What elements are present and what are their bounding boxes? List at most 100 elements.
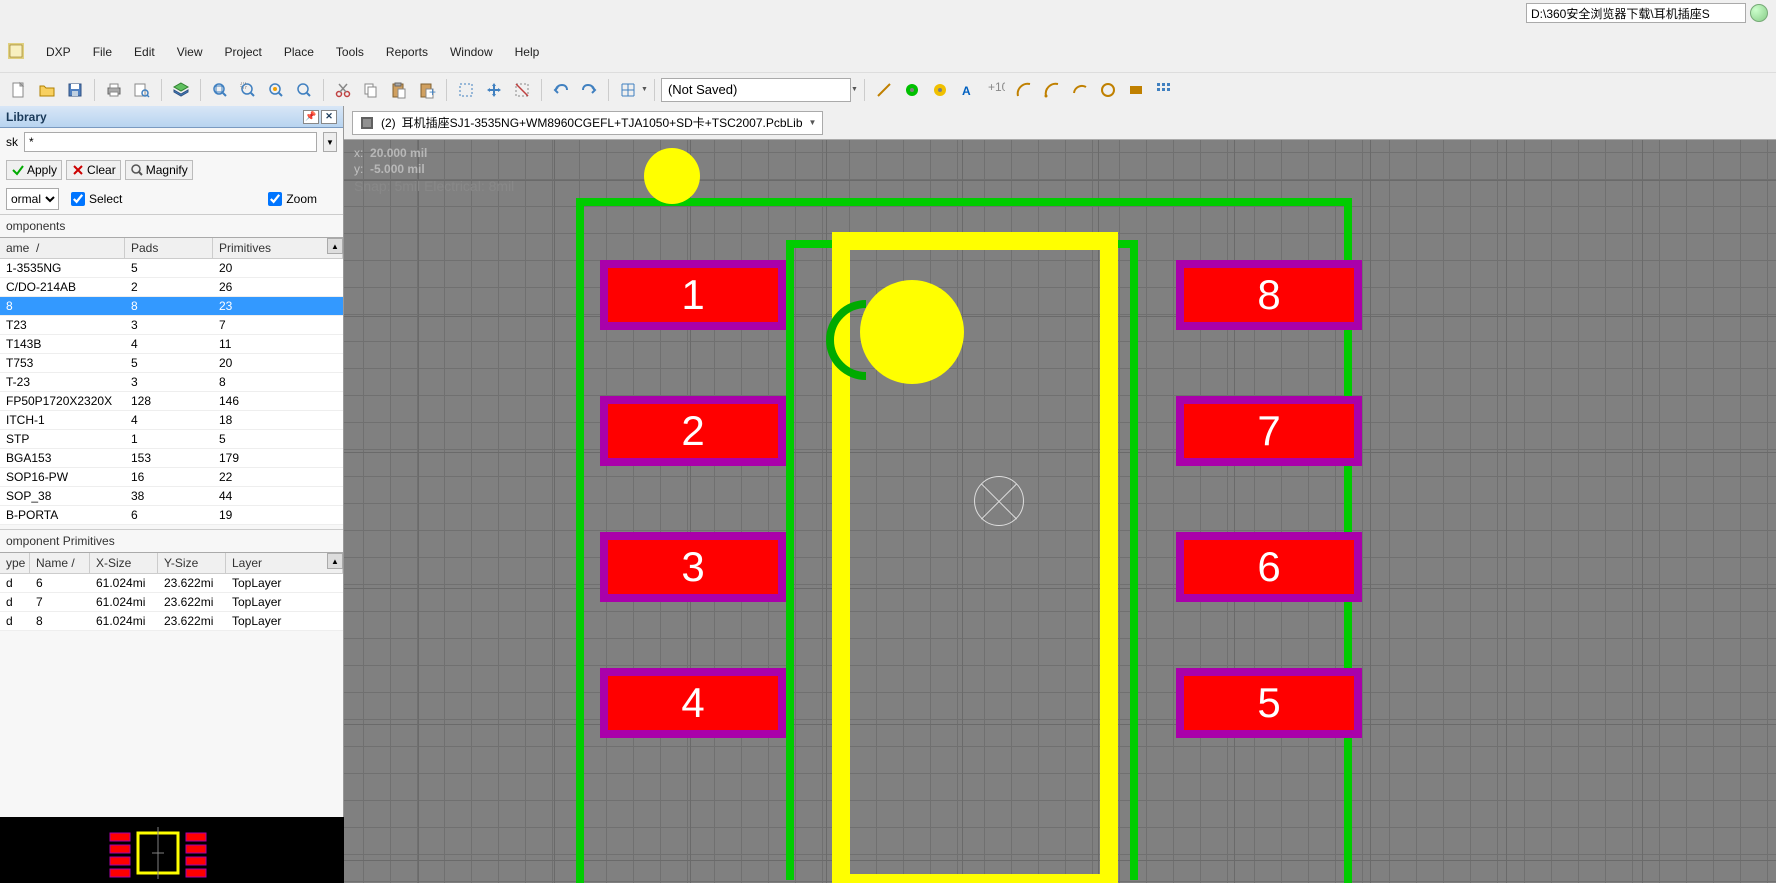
col-layer[interactable]: Layer [226,553,343,573]
menu-place[interactable]: Place [274,37,324,65]
component-row[interactable]: ITCH-1418 [0,411,343,430]
pad-4[interactable]: 4 [600,668,786,738]
component-row[interactable]: SOP_383844 [0,487,343,506]
panel-close-button[interactable]: ✕ [321,110,337,124]
library-panel: Library 📌 ✕ sk ▼ Apply Clear Magnify orm… [0,106,344,883]
component-row[interactable]: C/DO-214AB226 [0,278,343,297]
menu-project[interactable]: Project [215,37,272,65]
place-string-button[interactable]: A [955,77,981,103]
primitive-row[interactable]: d661.024mi23.622miTopLayer [0,574,343,593]
scroll-up-button[interactable]: ▲ [327,238,343,254]
copy-button[interactable] [358,77,384,103]
go-button[interactable] [1750,4,1768,22]
select-rect-button[interactable] [453,77,479,103]
zoom-fit-button[interactable] [207,77,233,103]
saved-state-select[interactable] [661,78,851,102]
primitive-row[interactable]: d761.024mi23.622miTopLayer [0,593,343,612]
place-array-button[interactable] [1151,77,1177,103]
menu-tools[interactable]: Tools [326,37,374,65]
component-row[interactable]: STP15 [0,430,343,449]
primitive-row[interactable]: d861.024mi23.622miTopLayer [0,612,343,631]
menu-window[interactable]: Window [440,37,503,65]
component-row[interactable]: 8823 [0,297,343,316]
menu-edit[interactable]: Edit [124,37,165,65]
file-path-input[interactable] [1526,3,1746,23]
col-type[interactable]: ype [0,553,30,573]
pad-2[interactable]: 2 [600,396,786,466]
place-arc-center-button[interactable] [1011,77,1037,103]
apply-icon [11,163,25,177]
menu-file[interactable]: File [83,37,122,65]
zoom-checkbox-label[interactable]: Zoom [268,192,317,206]
pad-6[interactable]: 6 [1176,532,1362,602]
pcb-canvas[interactable]: x: 20.000 mil y: -5.000 mil Snap: 5mil E… [344,140,1776,883]
open-doc-button[interactable] [34,77,60,103]
zoom-selected-button[interactable] [263,77,289,103]
cut-button[interactable] [330,77,356,103]
component-preview [0,817,343,883]
grid-button[interactable] [615,77,641,103]
pad-7[interactable]: 7 [1176,396,1362,466]
pad-1[interactable]: 1 [600,260,786,330]
col-name[interactable]: ame / [0,238,125,258]
place-full-circle-button[interactable] [1095,77,1121,103]
place-fill-button[interactable] [1123,77,1149,103]
component-row[interactable]: T2337 [0,316,343,335]
prims-scroll-up-button[interactable]: ▲ [327,553,343,569]
component-row[interactable]: T143B411 [0,335,343,354]
place-arc-edge-button[interactable] [1039,77,1065,103]
undo-button[interactable] [548,77,574,103]
component-row[interactable]: B-PORTA619 [0,506,343,525]
component-row[interactable]: 1-3535NG520 [0,259,343,278]
layers-button[interactable] [168,77,194,103]
redo-button[interactable] [576,77,602,103]
grid-dropdown-icon[interactable]: ▼ [641,86,648,93]
mask-input[interactable] [24,132,317,152]
zoom-button[interactable] [291,77,317,103]
select-checkbox[interactable] [71,192,85,206]
col-prims[interactable]: Primitives [213,238,343,258]
mask-row: sk ▼ [0,128,343,156]
col-ys[interactable]: Y-Size [158,553,226,573]
panel-pin-button[interactable]: 📌 [303,110,319,124]
component-row[interactable]: T-2338 [0,373,343,392]
col-pname[interactable]: Name / [30,553,90,573]
mode-select[interactable]: ormal [6,188,59,210]
place-via-button[interactable] [899,77,925,103]
pad-8[interactable]: 8 [1176,260,1362,330]
zoom-checkbox[interactable] [268,192,282,206]
move-button[interactable] [481,77,507,103]
place-dimension-button[interactable]: +10,10 [983,77,1009,103]
place-arc-any-button[interactable] [1067,77,1093,103]
apply-button[interactable]: Apply [6,160,62,180]
paste-special-button[interactable]: + [414,77,440,103]
mask-dropdown[interactable]: ▼ [323,132,337,152]
col-xs[interactable]: X-Size [90,553,158,573]
print-button[interactable] [101,77,127,103]
saved-dropdown-icon[interactable]: ▼ [851,86,858,93]
svg-text:A: A [962,84,971,98]
component-row[interactable]: T753520 [0,354,343,373]
menu-view[interactable]: View [167,37,213,65]
pad-3[interactable]: 3 [600,532,786,602]
save-button[interactable] [62,77,88,103]
preview-button[interactable] [129,77,155,103]
clear-button[interactable]: Clear [66,160,121,180]
component-row[interactable]: FP50P1720X2320X128146 [0,392,343,411]
new-doc-button[interactable] [6,77,32,103]
document-selector[interactable]: (2) 耳机插座SJ1-3535NG+WM8960CGEFL+TJA1050+S… [352,111,823,135]
menu-dxp[interactable]: DXP [36,37,81,65]
component-row[interactable]: BGA153153179 [0,449,343,468]
component-row[interactable]: SOP16-PW1622 [0,468,343,487]
menu-reports[interactable]: Reports [376,37,438,65]
paste-button[interactable] [386,77,412,103]
place-pad-button[interactable] [927,77,953,103]
pad-5[interactable]: 5 [1176,668,1362,738]
zoom-area-button[interactable] [235,77,261,103]
place-line-button[interactable] [871,77,897,103]
magnify-button[interactable]: Magnify [125,160,193,180]
select-checkbox-label[interactable]: Select [71,192,122,206]
col-pads[interactable]: Pads [125,238,213,258]
deselect-button[interactable] [509,77,535,103]
menu-help[interactable]: Help [505,37,550,65]
